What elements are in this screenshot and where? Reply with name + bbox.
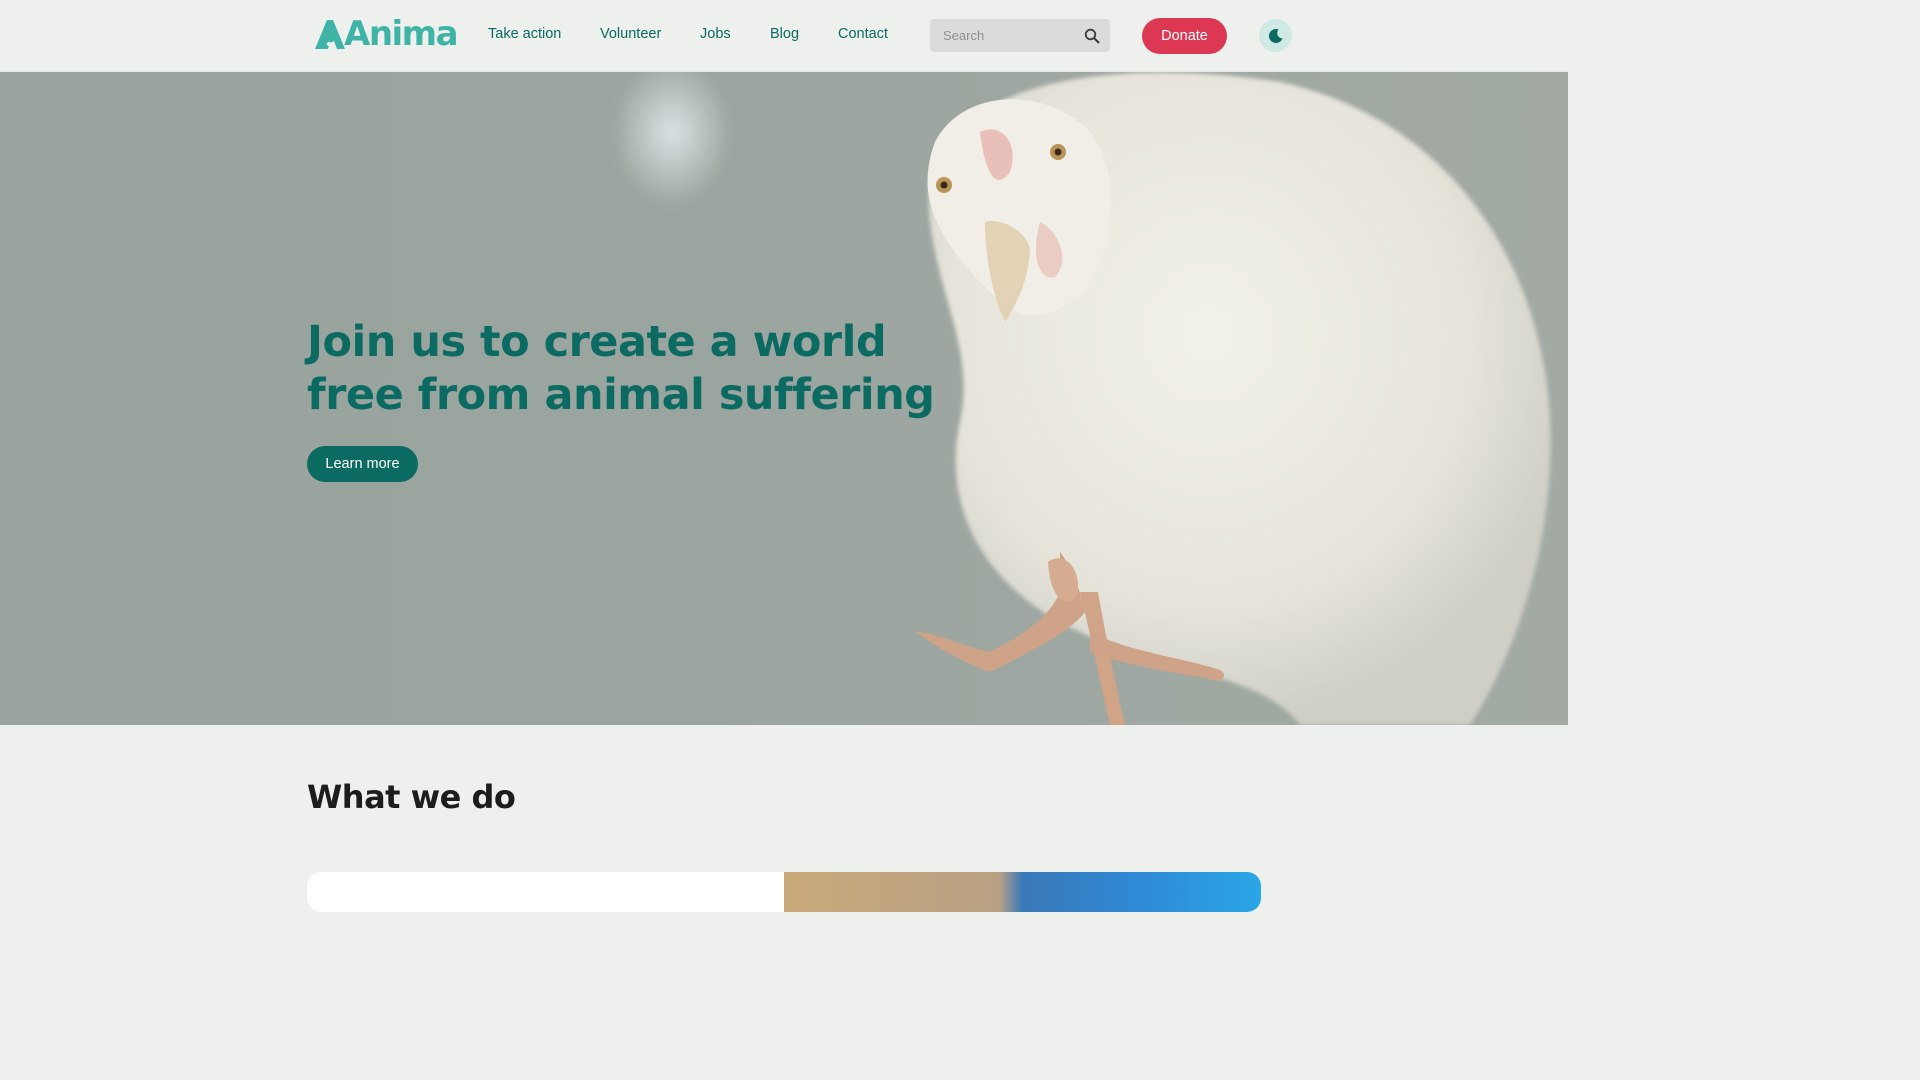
hero-title: Join us to create a world free from anim… [307,317,935,420]
feature-card-image [784,872,1261,912]
nav-take-action[interactable]: Take action [488,26,561,42]
nav-contact[interactable]: Contact [838,26,888,42]
what-we-do-title: What we do [307,778,516,816]
site-header: Anima Take action Volunteer Jobs Blog Co… [0,0,1568,72]
moon-icon [1268,28,1282,43]
learn-more-button[interactable]: Learn more [307,446,418,482]
feature-card[interactable] [307,872,1261,912]
nav-jobs[interactable]: Jobs [700,26,731,42]
donate-button[interactable]: Donate [1142,18,1227,54]
theme-toggle-button[interactable] [1259,19,1292,52]
hero-section: Join us to create a world free from anim… [0,72,1568,725]
logo-text: Anima [344,14,459,54]
search-icon[interactable] [1081,25,1102,46]
search-input[interactable] [930,19,1080,52]
nav-volunteer[interactable]: Volunteer [600,26,661,42]
search-box [930,19,1110,52]
nav-blog[interactable]: Blog [770,26,799,42]
